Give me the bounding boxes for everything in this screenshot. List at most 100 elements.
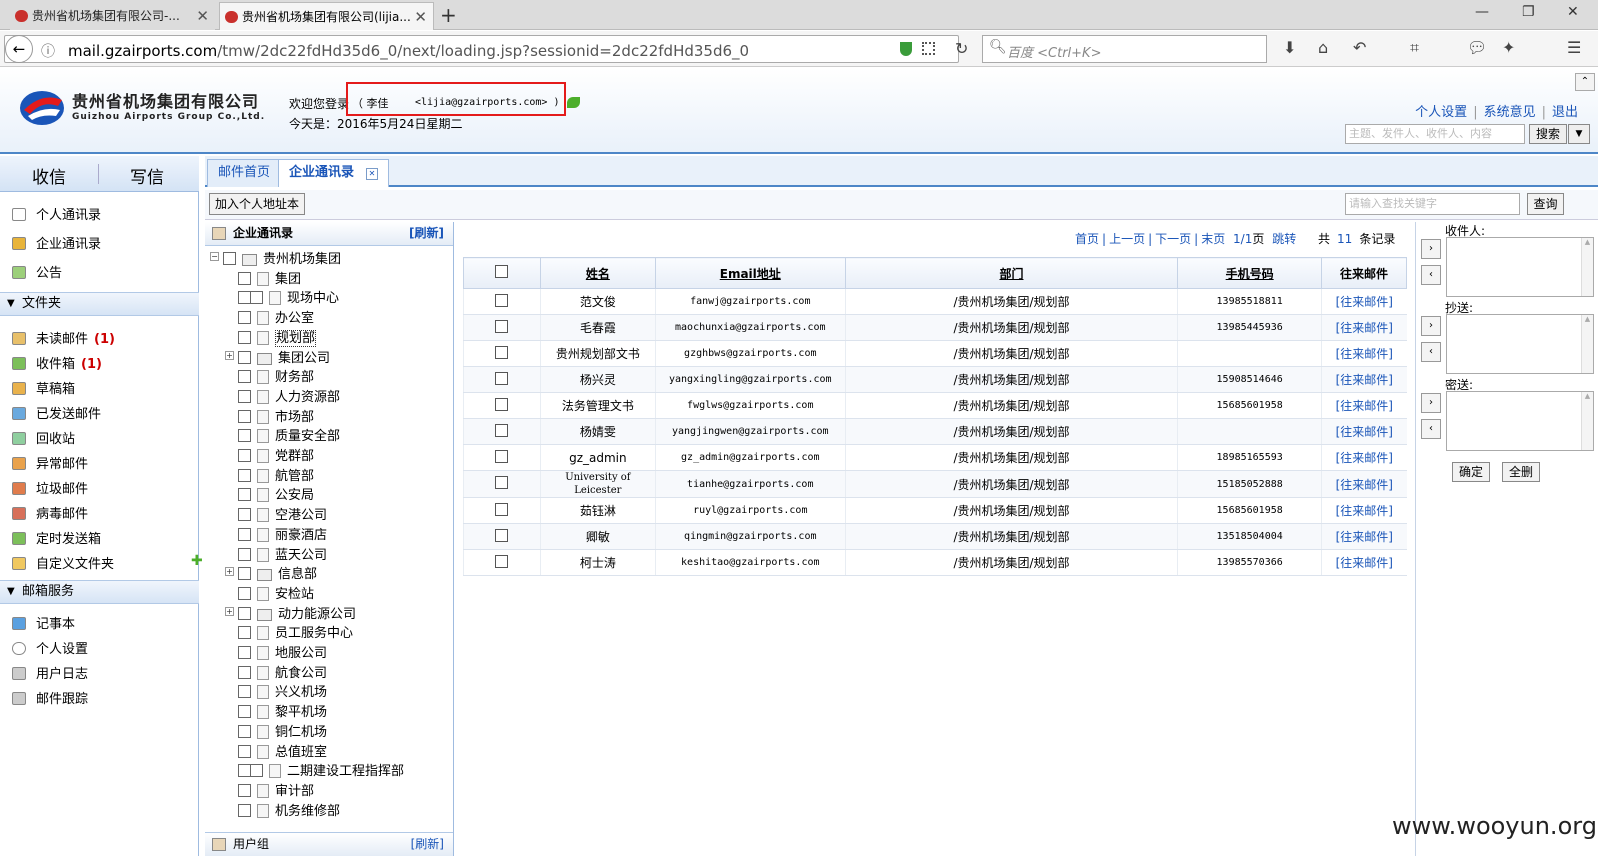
last-page-link[interactable]: 末页 [1201,232,1225,246]
table-row[interactable]: 茹钰淋 ruyl@gzairports.com/贵州机场集团/规划部 1568560… [463,497,1407,524]
tree-node[interactable]: 质量安全部 [238,425,340,444]
contact-email[interactable]: maochunxia@gzairports.com [654,314,846,341]
remove-to-arrow-icon[interactable]: ‹ [1421,265,1441,285]
tree-node[interactable]: 员工服务中心 [238,622,353,641]
contact-email[interactable]: tianhe@gzairports.com [654,470,846,498]
system-feedback-link[interactable]: 系统意见 [1484,105,1536,120]
row-select-cell[interactable] [463,444,541,471]
row-checkbox[interactable] [495,371,509,385]
tree-node[interactable]: 财务部 [238,366,314,385]
tree-checkbox[interactable] [238,685,251,699]
tree-node[interactable]: + 动力能源公司 [225,603,356,622]
browser-search-box[interactable]: 🔍︎ 百度 <Ctrl+K> [982,35,1267,63]
contact-email[interactable]: fanwj@gzairports.com [654,288,846,315]
cc-list-box[interactable]: ▲ [1446,314,1594,374]
mail-history-link[interactable]: [往来邮件] [1321,470,1407,498]
scrollbar[interactable]: ▲ [1581,392,1593,450]
table-row[interactable]: 法务管理文书 fwglws@gzairports.com/贵州机场集团/规划部 15… [463,392,1407,419]
row-select-cell[interactable] [463,470,541,498]
mail-history-link[interactable]: [往来邮件] [1321,549,1407,576]
header-mobile[interactable]: 手机号码 [1177,257,1323,289]
tree-node[interactable]: 地服公司 [238,642,327,661]
mail-history-link[interactable]: [往来邮件] [1321,392,1407,419]
receive-button[interactable]: 收信 [32,163,66,188]
header-dept[interactable]: 部门 [844,257,1179,289]
tree-checkbox[interactable] [238,744,251,758]
tree-node[interactable]: + 集团公司 [225,347,330,366]
tree-node[interactable]: 现场中心 [238,287,339,306]
tree-node[interactable]: 丽豪酒店 [238,524,327,543]
download-icon[interactable]: ⬇ [1283,38,1296,57]
folder-scheduled[interactable]: 定时发送箱 [12,528,101,547]
add-folder-icon[interactable]: ✚ [191,553,203,569]
table-row[interactable]: 卿敏 qingmin@gzairports.com/贵州机场集团/规划部 13518… [463,523,1407,550]
mail-history-link[interactable]: [往来邮件] [1321,366,1407,393]
row-select-cell[interactable] [463,523,541,550]
tree-checkbox[interactable] [238,311,251,325]
next-page-link[interactable]: 下一页 [1155,232,1191,246]
tree-node[interactable]: 航管部 [238,465,314,484]
table-row[interactable]: 杨兴灵 yangxingling@gzairports.com/贵州机场集团/规划… [463,366,1407,393]
to-list-box[interactable]: ▲ [1446,237,1594,297]
shield-icon[interactable] [900,42,912,56]
table-row[interactable]: gz_admin gz_admin@gzairports.com/贵州机场集团/规… [463,444,1407,471]
select-all-header[interactable] [463,257,541,289]
add-cc-arrow-icon[interactable]: › [1421,316,1441,336]
tree-refresh-link[interactable]: [刷新] [409,222,444,244]
folder-trash[interactable]: 回收站 [12,428,75,447]
tree-checkbox[interactable] [238,409,251,423]
expand-icon[interactable]: + [225,350,234,360]
scrollbar[interactable]: ▲ [1581,238,1593,296]
mail-search-button[interactable]: 搜索 [1529,124,1567,144]
folder-custom[interactable]: 自定义文件夹 ✚ [12,553,203,572]
browser-tab-active[interactable]: 贵州省机场集团有限公司(lijia... ✕ [219,2,434,30]
announcement-item[interactable]: 公告 [12,262,62,281]
expand-icon[interactable]: + [225,606,234,616]
row-checkbox[interactable] [495,476,509,489]
tree-node[interactable]: 安检站 [238,583,314,602]
crop-icon[interactable]: ⌗ [1410,38,1419,58]
tree-node[interactable]: 空港公司 [238,504,327,523]
row-checkbox[interactable] [495,502,509,516]
service-settings[interactable]: 个人设置 [12,638,88,657]
tree-node[interactable]: 黎平机场 [238,701,327,720]
row-select-cell[interactable] [463,340,541,367]
tree-checkbox[interactable] [238,567,251,581]
row-select-cell[interactable] [463,497,541,524]
folder-spam[interactable]: 垃圾邮件 [12,478,88,497]
service-mail-tracking[interactable]: 邮件跟踪 [12,688,88,707]
url-text[interactable]: mail.gzairports.com/tmw/2dc22fdHd35d6_0/… [68,42,749,60]
row-select-cell[interactable] [463,288,541,315]
select-all-checkbox[interactable] [495,265,509,278]
tree-node[interactable]: 二期建设工程指挥部 [238,760,404,779]
usergroup-refresh-link[interactable]: [刷新] [411,833,444,855]
table-row[interactable]: 范文俊 fanwj@gzairports.com/贵州机场集团/规划部 139855… [463,288,1407,315]
contact-email[interactable]: gz_admin@gzairports.com [654,444,846,471]
scrollbar[interactable]: ▲ [1581,315,1593,373]
tree-node[interactable]: 办公室 [238,307,314,326]
tree-checkbox[interactable] [238,783,251,797]
tree-checkbox[interactable] [238,547,251,561]
contact-email[interactable]: fwglws@gzairports.com [654,392,846,419]
tree-checkbox[interactable] [238,389,251,403]
tree-checkbox[interactable] [238,508,251,522]
folder-drafts[interactable]: 草稿箱 [12,378,75,397]
contact-email[interactable]: keshitao@gzairports.com [654,549,846,576]
qr-code-icon[interactable] [922,42,935,55]
tree-node[interactable]: 人力资源部 [238,386,340,405]
tree-node[interactable]: 党群部 [238,445,314,464]
header-history[interactable]: 往来邮件 [1321,257,1407,289]
row-checkbox[interactable] [495,528,509,542]
tree-node[interactable]: 集团 [238,268,301,287]
collapse-icon[interactable]: − [210,252,219,261]
tree-checkbox[interactable] [238,350,251,364]
folder-inbox[interactable]: 收件箱 (1) [12,353,102,372]
tree-checkbox[interactable] [238,271,251,285]
tree-checkbox[interactable] [238,468,251,482]
info-icon[interactable]: ⓘ [41,41,55,61]
chat-icon[interactable]: 💬︎ [1467,38,1487,57]
tree-node[interactable]: 市场部 [238,406,314,425]
row-checkbox[interactable] [495,554,509,568]
collapse-header-button[interactable]: ⌃ [1575,73,1595,91]
tree-checkbox[interactable] [238,646,251,659]
